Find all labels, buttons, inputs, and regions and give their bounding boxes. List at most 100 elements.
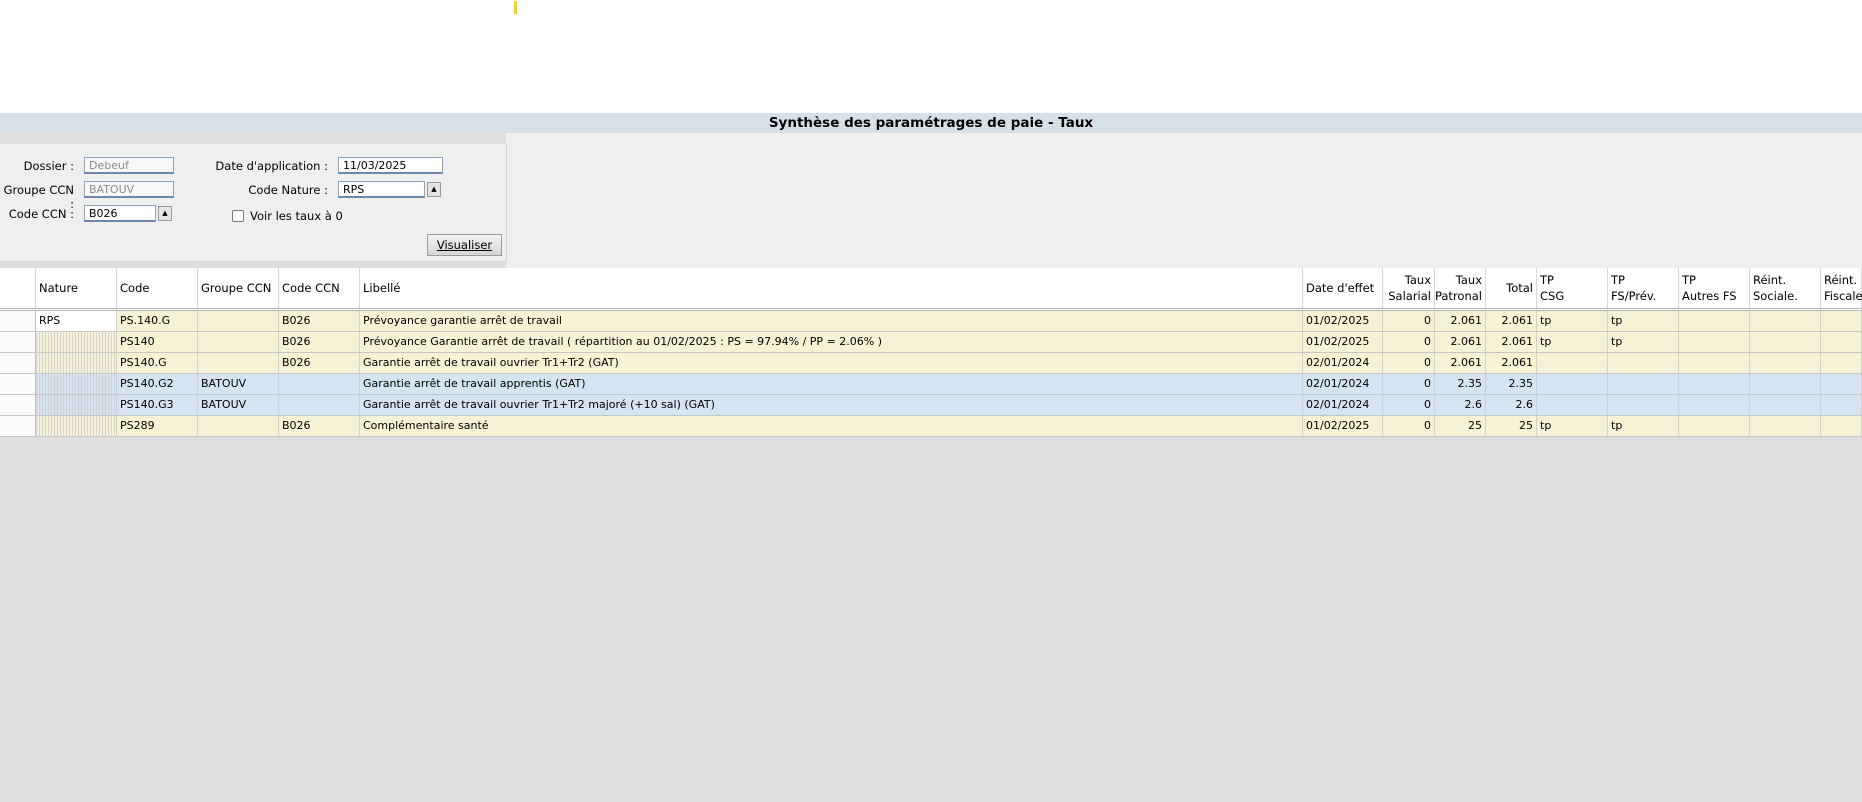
table-row[interactable]: PS289 B026 Complémentaire santé 01/02/2025 0… — [0, 416, 1862, 437]
cell-rfis — [1821, 353, 1862, 373]
cell-rsoc — [1750, 353, 1821, 373]
cell-date: 02/01/2024 — [1303, 395, 1383, 415]
dossier-field[interactable]: Debeuf — [84, 157, 174, 174]
cell-code: PS140 — [117, 332, 198, 352]
cell-pat: 2.061 — [1435, 311, 1486, 331]
cell-sal: 0 — [1383, 416, 1435, 436]
cell-groupe: BATOUV — [198, 395, 279, 415]
table-row[interactable]: PS140.G2 BATOUV Garantie arrêt de travail … — [0, 374, 1862, 395]
date-application-label: Date d'application : — [215, 159, 328, 173]
header-date-effet[interactable]: Date d'effet — [1303, 268, 1383, 308]
code-nature-dropdown-button[interactable]: ▲ — [427, 182, 441, 197]
cell-pat: 2.061 — [1435, 332, 1486, 352]
cell-code: PS289 — [117, 416, 198, 436]
cell-code: PS140.G — [117, 353, 198, 373]
cell-pat: 2.6 — [1435, 395, 1486, 415]
cell-ccn: B026 — [279, 311, 360, 331]
filter-panel: Dossier : Debeuf Groupe CCN : BATOUV Cod… — [0, 144, 507, 262]
cell-rsoc — [1750, 416, 1821, 436]
table-body: RPS PS.140.G B026 Prévoyance garantie arrêt… — [0, 311, 1862, 437]
text-cursor-marker — [514, 1, 517, 14]
cell-autres — [1679, 353, 1750, 373]
code-nature-label: Code Nature : — [248, 183, 328, 197]
cell-code: PS140.G2 — [117, 374, 198, 394]
cell-ccn: B026 — [279, 353, 360, 373]
cell-fs — [1608, 353, 1679, 373]
cell-csg — [1537, 374, 1608, 394]
code-ccn-field[interactable]: B026 — [84, 205, 156, 222]
cell-nature: RPS — [36, 311, 117, 331]
cell-total: 2.061 — [1486, 311, 1537, 331]
cell-sal: 0 — [1383, 311, 1435, 331]
cell-ccn: B026 — [279, 332, 360, 352]
cell-rfis — [1821, 374, 1862, 394]
cell-total: 2.061 — [1486, 353, 1537, 373]
cell-groupe: BATOUV — [198, 374, 279, 394]
cell-rfis — [1821, 332, 1862, 352]
row-gutter — [0, 416, 36, 436]
cell-libelle: Garantie arrêt de travail ouvrier Tr1+Tr… — [360, 353, 1303, 373]
cell-nature — [36, 416, 117, 436]
cell-libelle: Prévoyance garantie arrêt de travail — [360, 311, 1303, 331]
header-tp-csg[interactable]: TP CSG — [1537, 268, 1608, 308]
cell-fs: tp — [1608, 416, 1679, 436]
header-taux-salarial[interactable]: Taux Salarial — [1383, 268, 1435, 308]
header-nature[interactable]: Nature — [36, 268, 117, 308]
triangle-up-icon: ▲ — [162, 209, 168, 217]
header-reint-fiscale[interactable]: Réint. Fiscale — [1821, 268, 1862, 308]
results-table: Nature Code Groupe CCN Code CCN Libellé … — [0, 268, 1862, 437]
cell-libelle: Prévoyance Garantie arrêt de travail ( r… — [360, 332, 1303, 352]
cell-sal: 0 — [1383, 395, 1435, 415]
cell-sal: 0 — [1383, 332, 1435, 352]
cell-csg — [1537, 353, 1608, 373]
table-row[interactable]: PS140 B026 Prévoyance Garantie arrêt de tr… — [0, 332, 1862, 353]
cell-total: 2.6 — [1486, 395, 1537, 415]
cell-nature — [36, 374, 117, 394]
cell-nature — [36, 332, 117, 352]
code-nature-field[interactable]: RPS — [338, 181, 425, 198]
cell-groupe — [198, 416, 279, 436]
table-row[interactable]: PS140.G B026 Garantie arrêt de travail ouv… — [0, 353, 1862, 374]
cell-code: PS.140.G — [117, 311, 198, 331]
visualiser-button[interactable]: Visualiser — [427, 234, 502, 256]
cell-autres — [1679, 395, 1750, 415]
row-gutter — [0, 332, 36, 352]
row-gutter — [0, 374, 36, 394]
cell-pat: 25 — [1435, 416, 1486, 436]
cell-date: 01/02/2025 — [1303, 332, 1383, 352]
cell-groupe — [198, 332, 279, 352]
row-gutter — [0, 311, 36, 331]
triangle-up-icon: ▲ — [431, 185, 437, 193]
groupe-ccn-field[interactable]: BATOUV — [84, 181, 174, 198]
cell-ccn — [279, 374, 360, 394]
cell-date: 01/02/2025 — [1303, 416, 1383, 436]
cell-date: 02/01/2024 — [1303, 374, 1383, 394]
header-tp-autres-fs[interactable]: TP Autres FS — [1679, 268, 1750, 308]
header-reint-sociale[interactable]: Réint. Sociale. — [1750, 268, 1821, 308]
voir-taux-checkbox[interactable] — [232, 210, 244, 222]
header-code-ccn[interactable]: Code CCN — [279, 268, 360, 308]
cell-csg — [1537, 395, 1608, 415]
table-row[interactable]: PS140.G3 BATOUV Garantie arrêt de travail … — [0, 395, 1862, 416]
header-code[interactable]: Code — [117, 268, 198, 308]
date-application-field[interactable]: 11/03/2025 — [338, 157, 443, 174]
table-row[interactable]: RPS PS.140.G B026 Prévoyance garantie arrêt… — [0, 311, 1862, 332]
cell-fs — [1608, 395, 1679, 415]
cell-fs: tp — [1608, 311, 1679, 331]
cell-rfis — [1821, 311, 1862, 331]
header-groupe-ccn[interactable]: Groupe CCN — [198, 268, 279, 308]
cell-nature — [36, 395, 117, 415]
cell-ccn: B026 — [279, 416, 360, 436]
cell-autres — [1679, 374, 1750, 394]
header-taux-patronal[interactable]: Taux Patronal — [1435, 268, 1486, 308]
cell-rsoc — [1750, 311, 1821, 331]
cell-pat: 2.061 — [1435, 353, 1486, 373]
cell-code: PS140.G3 — [117, 395, 198, 415]
header-tp-fs-prev[interactable]: TP FS/Prév. — [1608, 268, 1679, 308]
cell-csg: tp — [1537, 416, 1608, 436]
cell-autres — [1679, 311, 1750, 331]
header-total[interactable]: Total — [1486, 268, 1537, 308]
header-libelle[interactable]: Libellé — [360, 268, 1303, 308]
code-ccn-dropdown-button[interactable]: ▲ — [158, 206, 172, 221]
code-ccn-label: Code CCN : — [8, 207, 74, 221]
